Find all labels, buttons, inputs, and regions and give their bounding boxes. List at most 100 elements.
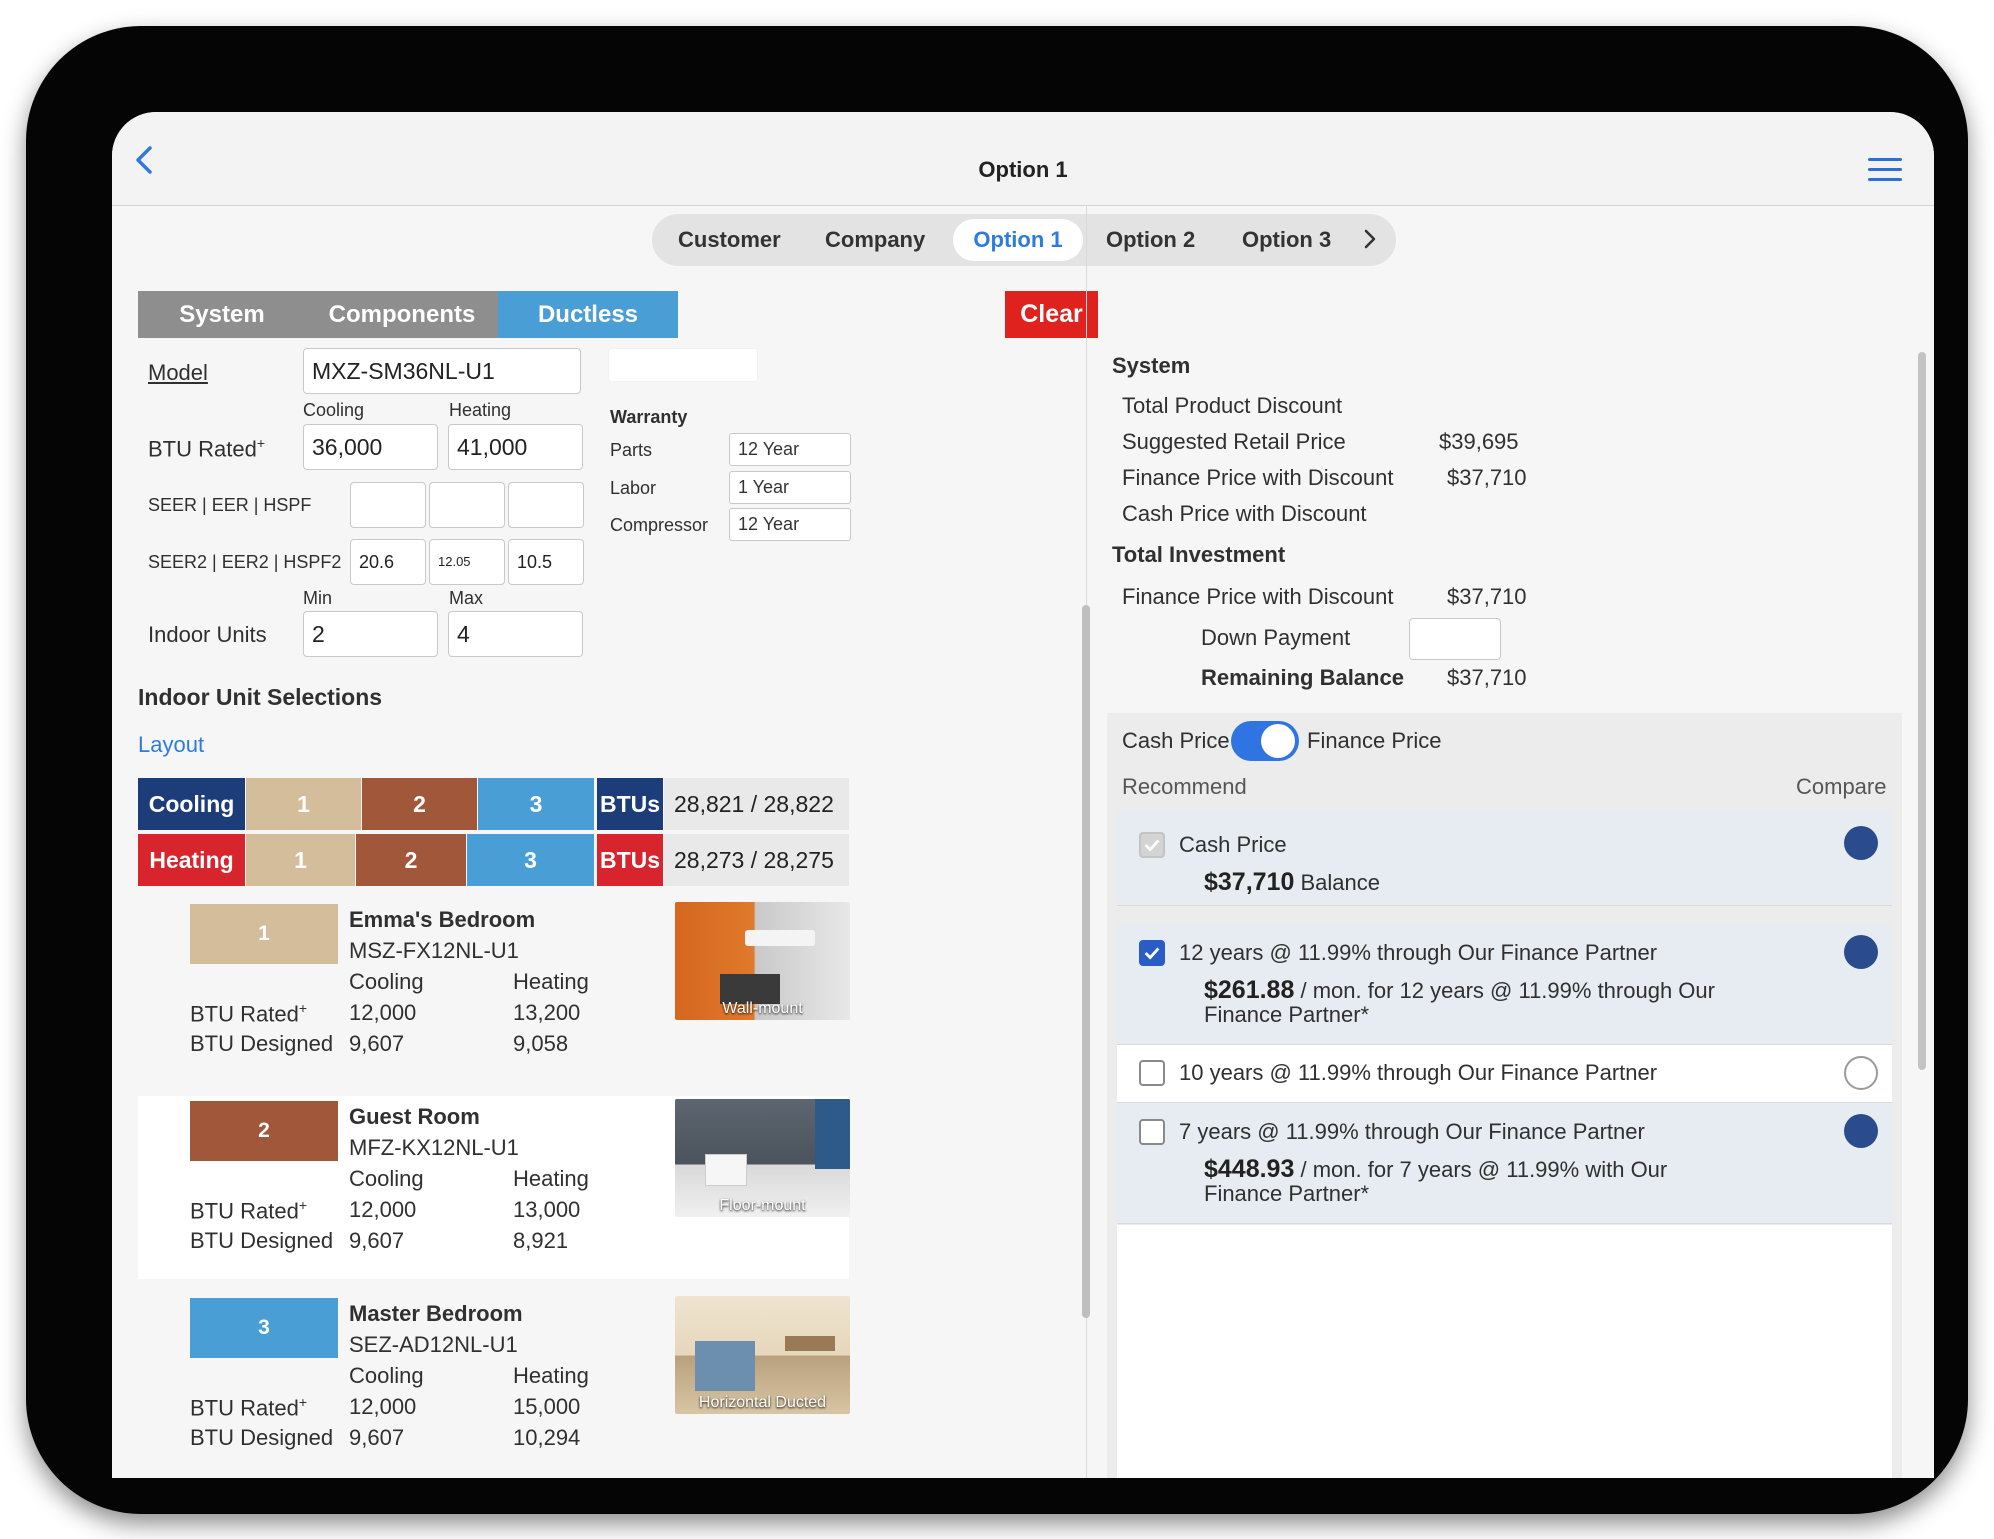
warranty-parts-label: Parts xyxy=(610,440,653,460)
model-input[interactable]: MXZ-SM36NL-U1 xyxy=(303,348,581,394)
unit-designed-cooling: 9,607 xyxy=(349,1031,405,1056)
heating-segment-1[interactable]: 1 xyxy=(246,834,355,886)
model-label[interactable]: Model xyxy=(148,360,208,386)
btu-rated-label: BTU Rated+ xyxy=(148,435,266,462)
tab-option-1[interactable]: Option 1 xyxy=(953,219,1083,261)
unit-photo[interactable]: Horizontal Ducted xyxy=(675,1296,850,1414)
app-screen: Option 1 Customer Company Option 1 Optio… xyxy=(112,112,1934,1478)
indoor-min-input[interactable]: 2 xyxy=(303,611,438,657)
heating-btus-badge: BTUs xyxy=(597,834,663,886)
unit-heating-header: Heating xyxy=(513,969,589,994)
unit-rated-label: BTU Rated+ xyxy=(190,1000,308,1027)
right-scrollbar[interactable] xyxy=(1918,352,1926,1070)
eer-input[interactable] xyxy=(429,482,505,528)
hspf-input[interactable] xyxy=(508,482,584,528)
unit-designed-heating: 8,921 xyxy=(513,1228,569,1253)
tab-option-2[interactable]: Option 2 xyxy=(1106,214,1195,266)
system-summary-title: System xyxy=(1112,353,1191,378)
heating-header: Heating xyxy=(449,400,512,420)
unit-model: MSZ-FX12NL-U1 xyxy=(349,938,519,963)
segment-system[interactable]: System xyxy=(138,291,306,338)
clear-button[interactable]: Clear xyxy=(1005,291,1098,338)
heating-segment-3[interactable]: 3 xyxy=(467,834,594,886)
recommend-checkbox[interactable] xyxy=(1139,940,1165,966)
recommend-checkbox[interactable] xyxy=(1139,832,1165,858)
unit-rated-label: BTU Rated+ xyxy=(190,1197,308,1224)
unit-photo[interactable]: Wall-mount xyxy=(675,902,850,1020)
segment-components[interactable]: Components xyxy=(306,291,498,338)
unit-card[interactable]: 3 Master Bedroom SEZ-AD12NL-U1 Cooling H… xyxy=(138,1293,850,1476)
suggested-retail-value: $39,695 xyxy=(1439,429,1519,454)
recommend-checkbox[interactable] xyxy=(1139,1060,1165,1086)
cooling-segment-2[interactable]: 2 xyxy=(362,778,477,830)
option-detail-line2: Finance Partner* xyxy=(1204,1002,1370,1027)
unit-card[interactable]: 2 Guest Room MFZ-KX12NL-U1 Cooling Heati… xyxy=(138,1096,850,1279)
unit-swatch: 2 xyxy=(190,1101,338,1161)
unit-swatch: 1 xyxy=(190,904,338,964)
unit-cooling-header: Cooling xyxy=(349,1363,424,1388)
left-scrollbar[interactable] xyxy=(1082,605,1090,1318)
warranty-labor-label: Labor xyxy=(610,478,657,498)
finance-option-row[interactable]: Cash Price $37,710 Balance xyxy=(1117,810,1892,906)
unit-designed-heating: 9,058 xyxy=(513,1031,569,1056)
unit-room-name: Guest Room xyxy=(349,1104,480,1129)
segment-ductless[interactable]: Ductless xyxy=(498,291,678,338)
warranty-parts-input[interactable]: 12 Year xyxy=(729,433,851,466)
pricing-pane: Cash Price Finance Price Recommend Compa… xyxy=(1107,713,1902,1478)
btu-cooling-input[interactable]: 36,000 xyxy=(303,424,438,470)
unit-card[interactable]: 1 Emma's Bedroom MSZ-FX12NL-U1 Cooling H… xyxy=(138,899,850,1082)
option-title: Cash Price xyxy=(1179,832,1287,857)
warranty-labor-input[interactable]: 1 Year xyxy=(729,471,851,504)
checkmark-icon xyxy=(1144,947,1160,960)
finance-discount-label: Finance Price with Discount xyxy=(1122,465,1394,490)
seer-input[interactable] xyxy=(350,482,426,528)
navigation-bar: Option 1 xyxy=(112,112,1934,206)
page-title: Option 1 xyxy=(978,157,1068,182)
finance-option-row[interactable]: 7 years @ 11.99% through Our Finance Par… xyxy=(1117,1103,1892,1224)
seer2-input[interactable]: 20.6 xyxy=(350,539,426,585)
cooling-segment-3[interactable]: 3 xyxy=(478,778,594,830)
compare-radio[interactable] xyxy=(1844,935,1878,969)
checkmark-icon xyxy=(1144,839,1160,852)
indoor-selection-title: Indoor Unit Selections xyxy=(138,684,383,710)
finance-price-toggle-label: Finance Price xyxy=(1307,728,1442,753)
hspf2-input[interactable]: 10.5 xyxy=(508,539,584,585)
unit-cooling-header: Cooling xyxy=(349,969,424,994)
warranty-title: Warranty xyxy=(610,407,688,427)
cooling-header: Cooling xyxy=(303,400,365,420)
option-detail: $448.93 / mon. for 7 years @ 11.99% with… xyxy=(1204,1155,1668,1183)
tab-customer[interactable]: Customer xyxy=(678,214,781,266)
warranty-compressor-input[interactable]: 12 Year xyxy=(729,508,851,541)
indoor-units-label: Indoor Units xyxy=(148,622,267,647)
cooling-segment-1[interactable]: 1 xyxy=(246,778,361,830)
recommend-checkbox[interactable] xyxy=(1139,1119,1165,1145)
down-payment-label: Down Payment xyxy=(1201,625,1351,650)
investment-finance-value: $37,710 xyxy=(1447,584,1527,609)
unit-heating-header: Heating xyxy=(513,1363,589,1388)
finance-option-row[interactable]: 10 years @ 11.99% through Our Finance Pa… xyxy=(1117,1045,1892,1103)
suggested-retail-label: Suggested Retail Price xyxy=(1122,429,1346,454)
tab-option-3[interactable]: Option 3 xyxy=(1242,214,1331,266)
option-detail: $37,710 Balance xyxy=(1204,868,1381,896)
cash-discount-label: Cash Price with Discount xyxy=(1122,501,1367,526)
unit-photo[interactable]: Floor-mount xyxy=(675,1099,850,1217)
down-payment-input[interactable] xyxy=(1409,618,1501,660)
compare-radio[interactable] xyxy=(1844,826,1878,860)
max-header: Max xyxy=(449,588,484,608)
compare-radio[interactable] xyxy=(1844,1114,1878,1148)
chevron-right-icon[interactable] xyxy=(1362,228,1378,250)
total-product-discount-label: Total Product Discount xyxy=(1122,393,1343,418)
unit-room-name: Emma's Bedroom xyxy=(349,907,536,932)
finance-option-row[interactable]: 12 years @ 11.99% through Our Finance Pa… xyxy=(1117,924,1892,1045)
eer2-input[interactable]: 12.05 xyxy=(429,539,505,585)
blank-field[interactable] xyxy=(608,348,758,382)
price-mode-toggle[interactable] xyxy=(1231,721,1299,761)
indoor-max-input[interactable]: 4 xyxy=(448,611,583,657)
btu-heating-input[interactable]: 41,000 xyxy=(448,424,583,470)
tab-company[interactable]: Company xyxy=(825,214,925,266)
hamburger-menu-icon[interactable] xyxy=(1868,158,1902,182)
unit-designed-label: BTU Designed xyxy=(190,1228,334,1253)
layout-link[interactable]: Layout xyxy=(138,732,204,758)
heating-segment-2[interactable]: 2 xyxy=(356,834,466,886)
compare-radio[interactable] xyxy=(1844,1056,1878,1090)
